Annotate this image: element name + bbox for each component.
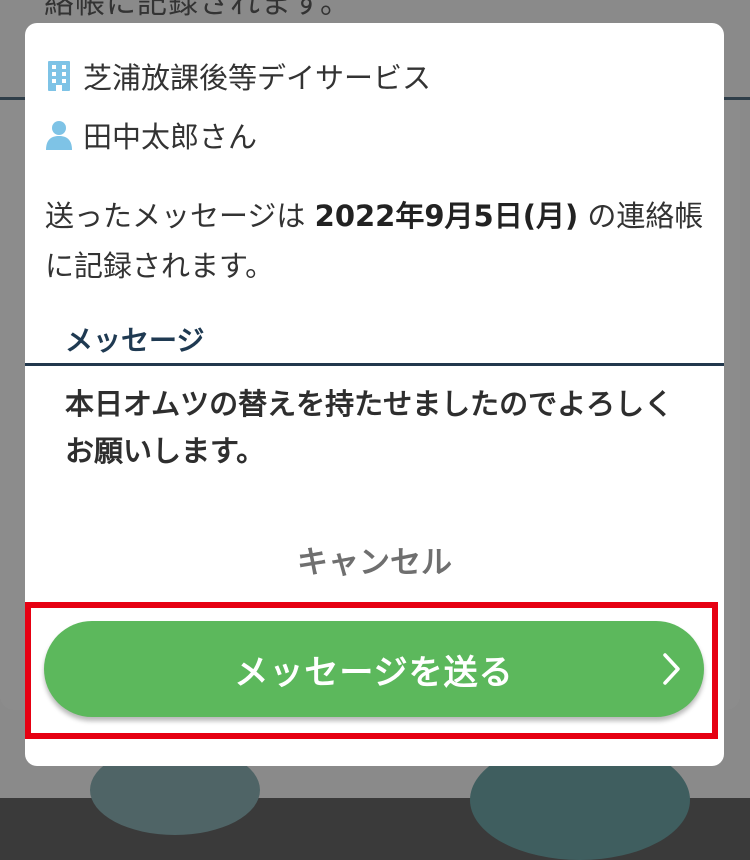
- cancel-button[interactable]: キャンセル: [25, 537, 724, 582]
- send-message-label: メッセージを送る: [234, 652, 514, 693]
- notice-text: 送ったメッセージは 2022年9月5日(月) の連絡帳に記録されます。: [45, 191, 705, 291]
- send-message-button[interactable]: メッセージを送る: [44, 621, 704, 717]
- background-text: 絡帳に記録されます。: [44, 0, 351, 21]
- chevron-right-icon: [662, 651, 682, 687]
- user-row: 田中太郎さん: [45, 114, 257, 156]
- building-icon: [45, 61, 73, 91]
- notice-prefix: 送ったメッセージは: [45, 199, 315, 233]
- message-divider: [25, 363, 724, 366]
- notice-date: 2022年9月5日(月): [314, 199, 579, 233]
- user-name: 田中太郎さん: [83, 120, 258, 154]
- facility-name: 芝浦放課後等デイサービス: [83, 61, 432, 95]
- message-body: 本日オムツの替えを持たせましたのでよろしくお願いします。: [65, 387, 674, 468]
- facility-row: 芝浦放課後等デイサービス: [45, 55, 431, 97]
- message-heading: メッセージ: [65, 324, 205, 357]
- person-icon: [45, 120, 73, 150]
